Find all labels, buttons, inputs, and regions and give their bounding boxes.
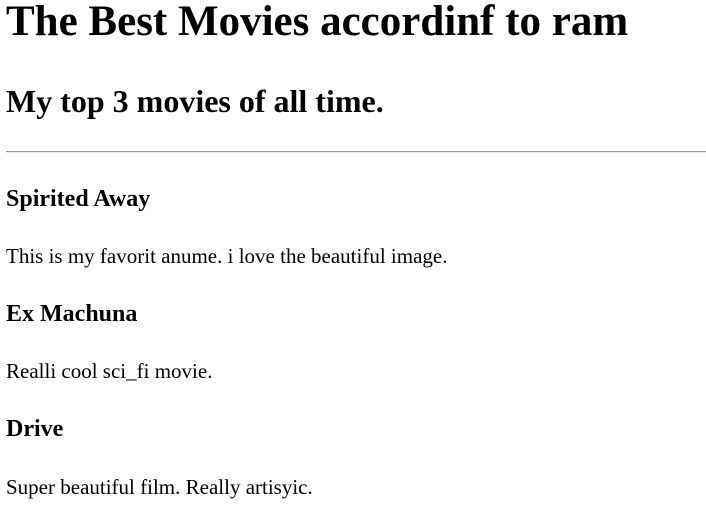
movie-title: Ex Machuna bbox=[6, 301, 138, 327]
page-title: The Best Movies accordinf to ram bbox=[6, 0, 629, 45]
page-subtitle: My top 3 movies of all time. bbox=[6, 83, 384, 119]
movie-description: This is my favorit anume. i love the bea… bbox=[6, 244, 448, 268]
divider bbox=[6, 151, 706, 153]
movie-description: Super beautiful film. Really artisyic. bbox=[6, 475, 313, 499]
movie-title: Spirited Away bbox=[6, 186, 151, 212]
movie-description: Realli cool sci_fi movie. bbox=[6, 359, 213, 383]
movie-title: Drive bbox=[6, 416, 64, 442]
page: The Best Movies accordinf to ram My top … bbox=[0, 0, 706, 511]
